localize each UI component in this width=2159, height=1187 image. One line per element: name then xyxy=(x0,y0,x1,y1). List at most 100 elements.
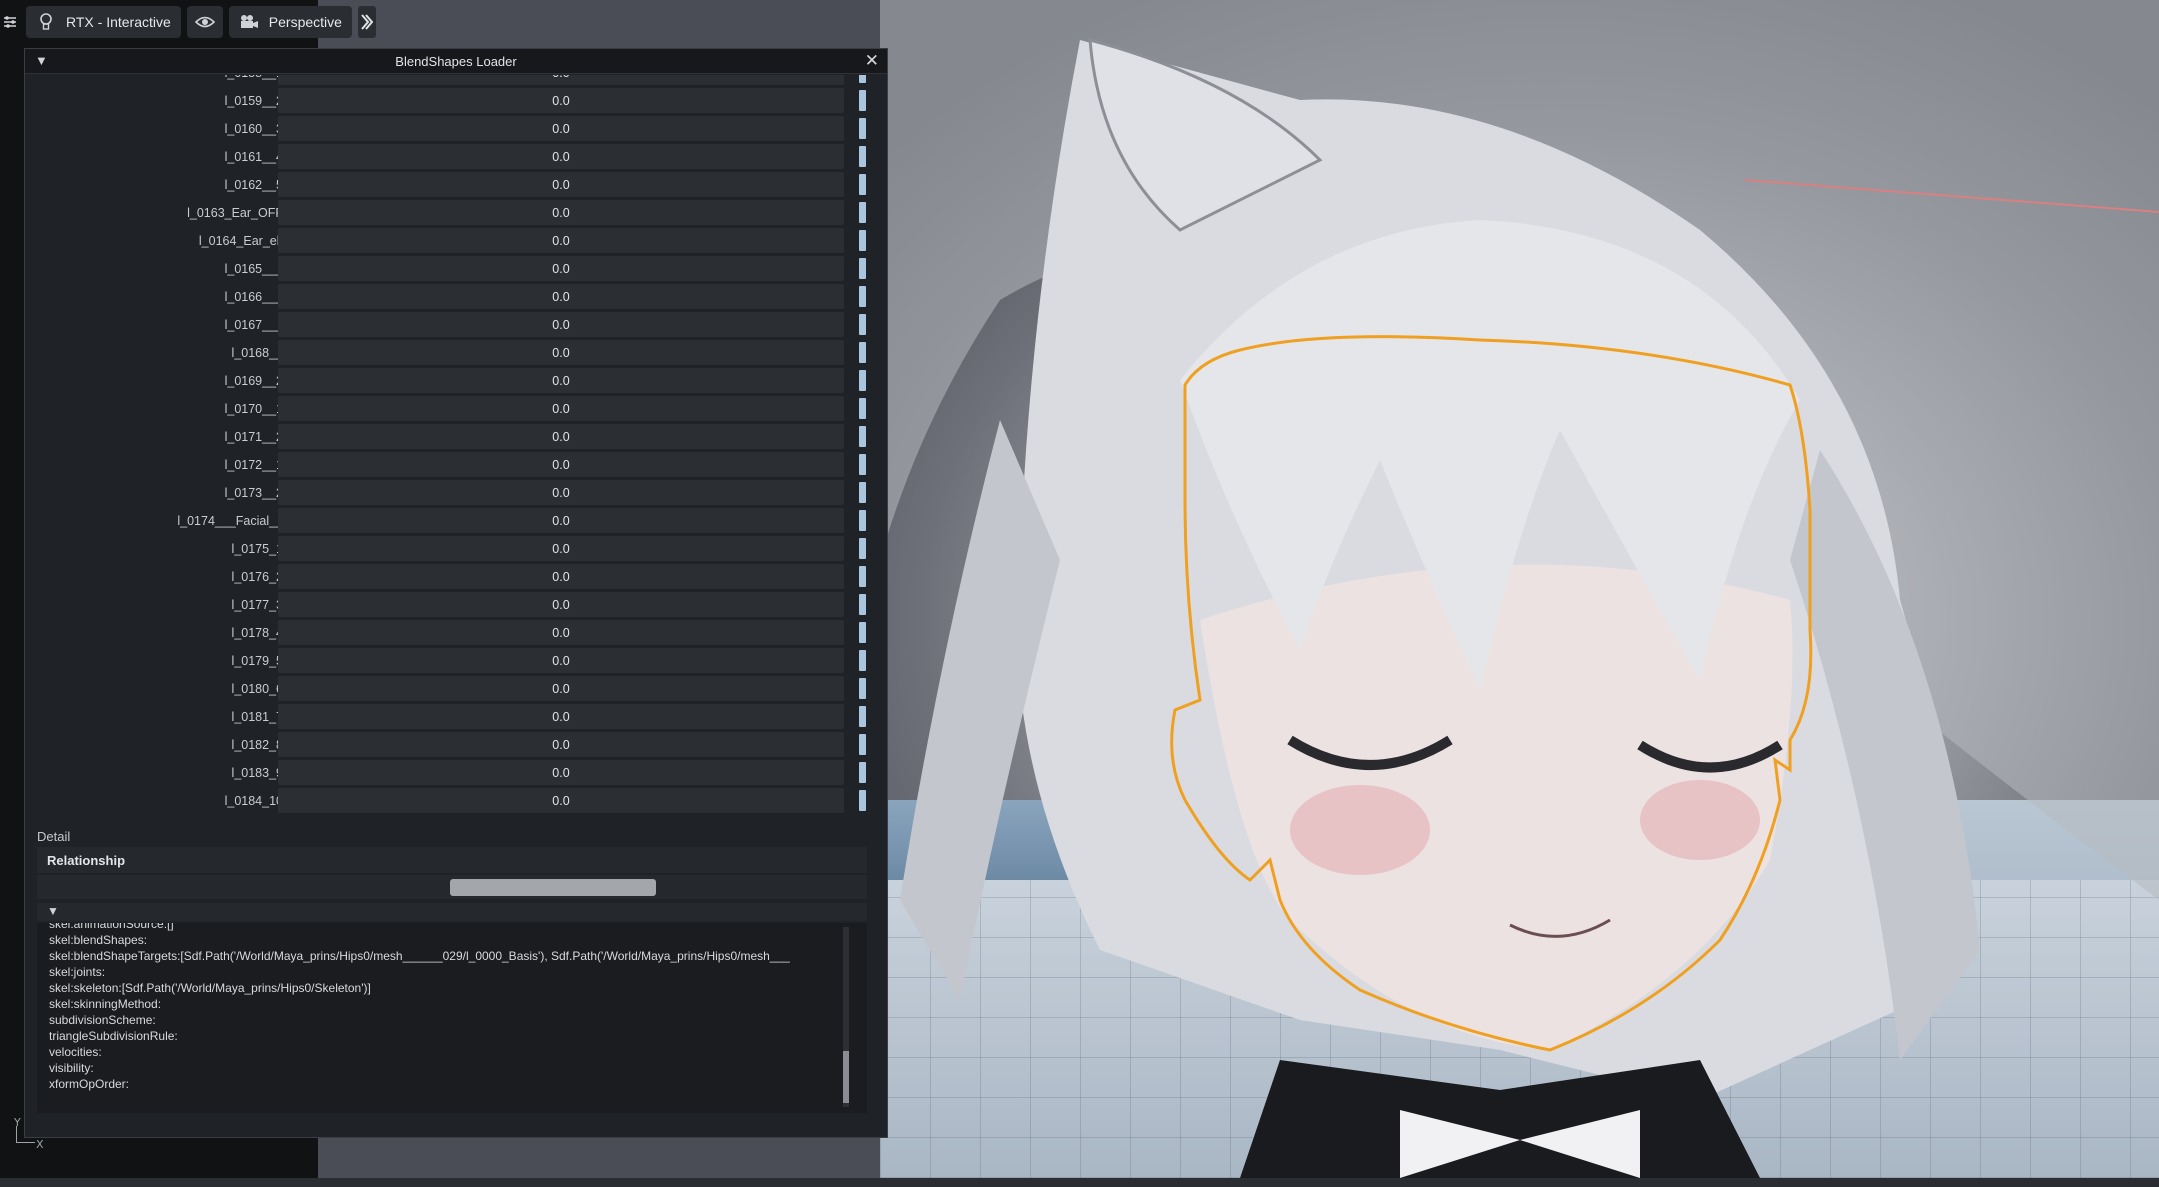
attribute-line: skel:skeleton:[Sdf.Path('/World/Maya_pri… xyxy=(49,981,371,995)
horizontal-scrollbar[interactable] xyxy=(37,875,867,899)
blendshape-value-field[interactable]: 0.0 xyxy=(278,508,844,533)
blendshape-value-field[interactable]: 0.0 xyxy=(278,88,844,113)
blendshape-value: 0.0 xyxy=(552,402,570,416)
blendshape-value-field[interactable]: 0.0 xyxy=(278,648,844,673)
slider-handle[interactable] xyxy=(859,258,866,279)
slider-handle[interactable] xyxy=(859,510,866,531)
blendshape-row: l_0179_5 0.0 xyxy=(35,647,881,675)
slider-handle[interactable] xyxy=(859,678,866,699)
attributes-collapse-row[interactable]: ▼ xyxy=(37,903,867,921)
blendshape-label: l_0158__1 xyxy=(225,75,283,80)
blendshape-label: l_0169__2 xyxy=(224,374,283,388)
slider-handle[interactable] xyxy=(859,734,866,755)
collapse-triangle-icon[interactable]: ▼ xyxy=(47,904,59,918)
blendshape-row: l_0169__2 0.0 xyxy=(35,367,881,395)
blendshape-value-field[interactable]: 0.0 xyxy=(278,620,844,645)
attribute-line: triangleSubdivisionRule: xyxy=(49,1029,178,1043)
blendshape-value-field[interactable]: 0.0 xyxy=(278,564,844,589)
camera-label: Perspective xyxy=(268,14,342,30)
blendshape-value-field[interactable]: 0.0 xyxy=(278,592,844,617)
blendshape-value: 0.0 xyxy=(552,794,570,808)
relationship-header[interactable]: Relationship xyxy=(37,847,867,873)
blendshape-value-field[interactable]: 0.0 xyxy=(278,676,844,701)
slider-handle[interactable] xyxy=(859,454,866,475)
blendshape-value: 0.0 xyxy=(552,430,570,444)
slider-handle[interactable] xyxy=(859,202,866,223)
slider-handle[interactable] xyxy=(859,790,866,811)
blendshape-value-field[interactable]: 0.0 xyxy=(278,228,844,253)
renderer-button[interactable]: RTX - Interactive xyxy=(26,6,181,38)
blendshape-value-field[interactable]: 0.0 xyxy=(278,704,844,729)
blendshape-label: l_0174___Facial__ xyxy=(177,514,283,528)
settings-sliders-icon[interactable] xyxy=(0,12,20,32)
close-icon[interactable]: ✕ xyxy=(865,51,879,71)
blendshapes-loader-window: ▼ BlendShapes Loader ✕ l_0158__10.0l_015… xyxy=(24,48,888,1138)
blendshape-value-field[interactable]: 0.0 xyxy=(278,452,844,477)
horizontal-scroll-thumb[interactable] xyxy=(450,879,656,896)
blendshape-value-field[interactable]: 0.0 xyxy=(278,172,844,197)
collapse-triangle-icon[interactable]: ▼ xyxy=(35,53,48,68)
attribute-line: skel:blendShapeTargets:[Sdf.Path('/World… xyxy=(49,949,790,963)
blendshape-value-field[interactable]: 0.0 xyxy=(278,536,844,561)
blendshape-value-field[interactable]: 0.0 xyxy=(278,312,844,337)
slider-handle[interactable] xyxy=(859,370,866,391)
expand-chevrons-icon[interactable] xyxy=(357,6,376,38)
blendshape-label: l_0167___ xyxy=(224,318,283,332)
blendshape-label: l_0161__4 xyxy=(224,150,283,164)
attribute-line: skel:skinningMethod: xyxy=(49,997,162,1011)
blendshape-value-field[interactable]: 0.0 xyxy=(278,144,844,169)
blendshape-value-field[interactable]: 0.0 xyxy=(278,760,844,785)
camera-button[interactable]: Perspective xyxy=(228,6,352,38)
slider-handle[interactable] xyxy=(859,538,866,559)
window-titlebar[interactable]: ▼ BlendShapes Loader ✕ xyxy=(25,49,887,74)
attributes-text-area[interactable]: xformOpOrder: visibility: velocities: trian… xyxy=(37,923,867,1113)
slider-handle[interactable] xyxy=(859,650,866,671)
blendshape-value-field[interactable]: 0.0 xyxy=(278,480,844,505)
blendshape-value-field[interactable]: 0.0 xyxy=(278,256,844,281)
blendshape-value-field[interactable]: 0.0 xyxy=(278,396,844,421)
blendshape-list[interactable]: l_0158__10.0l_0159__20.0l_0160__30.0l_01… xyxy=(35,75,881,865)
blendshape-value: 0.0 xyxy=(552,346,570,360)
slider-handle[interactable] xyxy=(859,75,866,83)
slider-handle[interactable] xyxy=(859,594,866,615)
slider-handle[interactable] xyxy=(859,622,866,643)
blendshape-label: l_0180_6 xyxy=(231,682,283,696)
slider-handle[interactable] xyxy=(859,90,866,111)
slider-handle[interactable] xyxy=(859,314,866,335)
visibility-button[interactable] xyxy=(186,6,223,38)
blendshape-value-field[interactable]: 0.0 xyxy=(278,75,844,85)
slider-handle[interactable] xyxy=(859,146,866,167)
slider-handle[interactable] xyxy=(859,118,866,139)
slider-handle[interactable] xyxy=(859,342,866,363)
blendshape-value: 0.0 xyxy=(552,318,570,332)
slider-handle[interactable] xyxy=(859,398,866,419)
blendshape-label: l_0179_5 xyxy=(231,654,283,668)
blendshape-value-field[interactable]: 0.0 xyxy=(278,116,844,141)
blendshape-value: 0.0 xyxy=(552,542,570,556)
blendshape-value-field[interactable]: 0.0 xyxy=(278,732,844,757)
slider-handle[interactable] xyxy=(859,706,866,727)
blendshape-value-field[interactable]: 0.0 xyxy=(278,284,844,309)
blendshape-value: 0.0 xyxy=(552,626,570,640)
blendshape-value: 0.0 xyxy=(552,94,570,108)
blendshape-row: l_0168__ 0.0 xyxy=(35,339,881,367)
slider-handle[interactable] xyxy=(859,286,866,307)
slider-handle[interactable] xyxy=(859,426,866,447)
renderer-label: RTX - Interactive xyxy=(66,14,171,30)
slider-handle[interactable] xyxy=(859,482,866,503)
attribute-line: skel:blendShapes: xyxy=(49,933,148,947)
blendshape-value-field[interactable]: 0.0 xyxy=(278,340,844,365)
vertical-scroll-thumb[interactable] xyxy=(843,1051,849,1103)
slider-handle[interactable] xyxy=(859,566,866,587)
blendshape-value: 0.0 xyxy=(552,122,570,136)
slider-handle[interactable] xyxy=(859,230,866,251)
slider-handle[interactable] xyxy=(859,174,866,195)
blendshape-value-field[interactable]: 0.0 xyxy=(278,368,844,393)
blendshape-row: l_0180_6 0.0 xyxy=(35,675,881,703)
blendshape-value-field[interactable]: 0.0 xyxy=(278,200,844,225)
slider-handle[interactable] xyxy=(859,762,866,783)
blendshape-value-field[interactable]: 0.0 xyxy=(278,424,844,449)
blendshape-row: l_0170__1 0.0 xyxy=(35,395,881,423)
blendshape-value-field[interactable]: 0.0 xyxy=(278,788,844,813)
blendshape-label: l_0164_Ear_elf xyxy=(198,234,283,248)
